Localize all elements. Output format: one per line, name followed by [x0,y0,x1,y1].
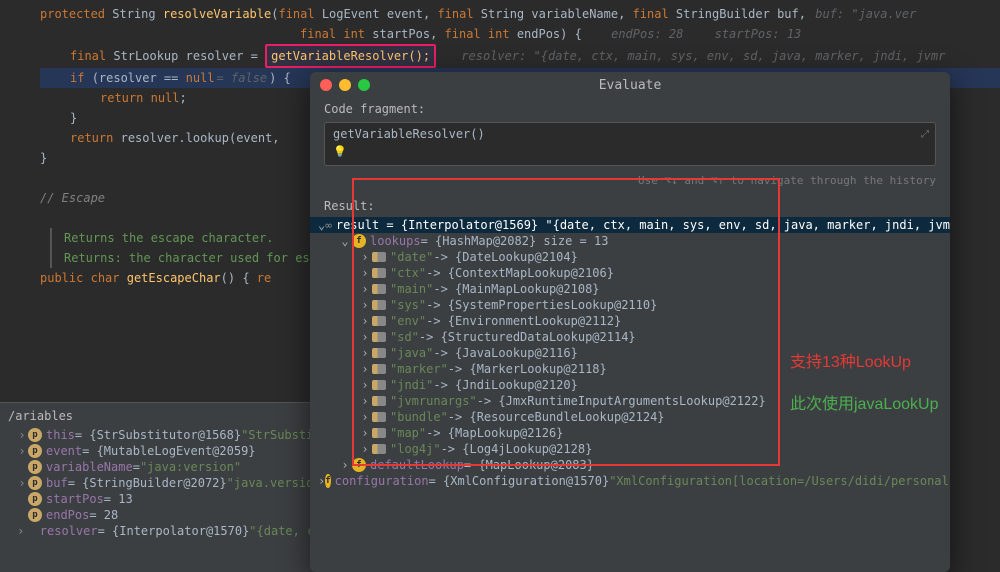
code-line: final StrLookup resolver = getVariableRe… [40,44,1000,68]
bulb-icon[interactable]: 💡 [333,145,347,158]
history-hint: Use ⌥↓ and ⌥↑ to navigate through the hi… [310,172,950,195]
code-line: protected String resolveVariable(final L… [40,4,1000,24]
fragment-label: Code fragment: [310,98,950,120]
annotation-green: 此次使用javaLookUp [790,390,939,414]
map-entry-icon [372,428,386,438]
annotation-red: 支持13种LookUp [790,348,911,372]
code-fragment-input[interactable]: getVariableResolver() 💡 ⤢ [324,122,936,166]
map-entry-icon [372,316,386,326]
field-icon: f [352,234,366,248]
link-icon: ∞ [325,219,332,232]
variable-row[interactable]: ›pthis = {StrSubstitutor@1568} "StrSubst… [0,427,340,443]
lookup-entry-row[interactable]: ›"map" -> {MapLookup@2126} [310,425,950,441]
param-icon: p [28,508,42,522]
dialog-title: Evaluate [310,78,950,93]
chevron-right-icon[interactable]: › [358,282,372,296]
maximize-icon[interactable] [358,79,370,91]
lookup-entry-row[interactable]: ›"env" -> {EnvironmentLookup@2112} [310,313,950,329]
map-entry-icon [372,396,386,406]
field-icon: f [352,458,366,472]
chevron-right-icon[interactable]: › [358,298,372,312]
map-entry-icon [372,412,386,422]
map-entry-icon [372,444,386,454]
chevron-right-icon[interactable]: › [358,410,372,424]
map-entry-icon [372,252,386,262]
chevron-right-icon[interactable]: › [358,362,372,376]
result-label: Result: [310,195,950,217]
expand-icon[interactable]: ⤢ [921,129,929,140]
map-entry-icon [372,364,386,374]
chevron-right-icon[interactable]: › [358,314,372,328]
lookup-entry-row[interactable]: ›"ctx" -> {ContextMapLookup@2106} [310,265,950,281]
chevron-right-icon[interactable]: › [358,330,372,344]
param-icon: p [28,444,42,458]
chevron-right-icon[interactable]: › [358,394,372,408]
lookup-entry-row[interactable]: ›"log4j" -> {Log4jLookup@2128} [310,441,950,457]
field-icon: f [325,474,330,488]
code-line: final int startPos, final int endPos) { … [40,24,1000,44]
lookup-entry-row[interactable]: ›"sys" -> {SystemPropertiesLookup@2110} [310,297,950,313]
chevron-right-icon[interactable]: › [358,346,372,360]
lookup-entry-row[interactable]: ›"sd" -> {StructuredDataLookup@2114} [310,329,950,345]
variable-row[interactable]: ›pevent = {MutableLogEvent@2059} [0,443,340,459]
variable-row[interactable]: ›pbuf = {StringBuilder@2072} "java.versi… [0,475,340,491]
chevron-down-icon[interactable]: ⌄ [338,234,352,248]
variable-row[interactable]: ›resolver = {Interpolator@1570} "{date, … [0,523,340,539]
map-entry-icon [372,268,386,278]
variables-panel[interactable]: /ariables ›pthis = {StrSubstitutor@1568}… [0,402,340,572]
default-lookup-row[interactable]: › f defaultLookup = {MapLookup@2083} [310,457,950,473]
chevron-right-icon[interactable]: › [358,250,372,264]
minimize-icon[interactable] [339,79,351,91]
chevron-right-icon[interactable]: › [358,266,372,280]
param-icon: p [28,492,42,506]
map-entry-icon [372,284,386,294]
chevron-right-icon[interactable]: › [358,378,372,392]
chevron-down-icon[interactable]: ⌄ [318,218,325,232]
chevron-right-icon[interactable]: › [16,444,28,458]
map-entry-icon [372,348,386,358]
configuration-row[interactable]: › f configuration = {XmlConfiguration@15… [310,473,950,489]
chevron-right-icon[interactable]: › [318,474,325,488]
param-icon: p [28,460,42,474]
chevron-right-icon[interactable]: › [16,476,28,490]
variables-header: /ariables [0,405,340,427]
lookup-entry-row[interactable]: ›"main" -> {MainMapLookup@2108} [310,281,950,297]
selected-expression[interactable]: getVariableResolver(); [265,44,436,68]
param-icon: p [28,476,42,490]
map-entry-icon [372,300,386,310]
variable-row[interactable]: pstartPos = 13 [0,491,340,507]
evaluate-dialog[interactable]: Evaluate Code fragment: getVariableResol… [310,72,950,572]
chevron-right-icon[interactable]: › [16,524,26,538]
param-icon: p [28,428,42,442]
variable-row[interactable]: pvariableName = "java:version" [0,459,340,475]
chevron-right-icon[interactable]: › [358,442,372,456]
variable-row[interactable]: pendPos = 28 [0,507,340,523]
chevron-right-icon[interactable]: › [338,458,352,472]
dialog-titlebar[interactable]: Evaluate [310,72,950,98]
map-entry-icon [372,380,386,390]
chevron-right-icon[interactable]: › [16,428,28,442]
lookups-row[interactable]: ⌄ f lookups = {HashMap@2082} size = 13 [310,233,950,249]
result-root-row[interactable]: ⌄ ∞ result = {Interpolator@1569} "{date,… [310,217,950,233]
chevron-right-icon[interactable]: › [358,426,372,440]
close-icon[interactable] [320,79,332,91]
map-entry-icon [372,332,386,342]
lookup-entry-row[interactable]: ›"date" -> {DateLookup@2104} [310,249,950,265]
